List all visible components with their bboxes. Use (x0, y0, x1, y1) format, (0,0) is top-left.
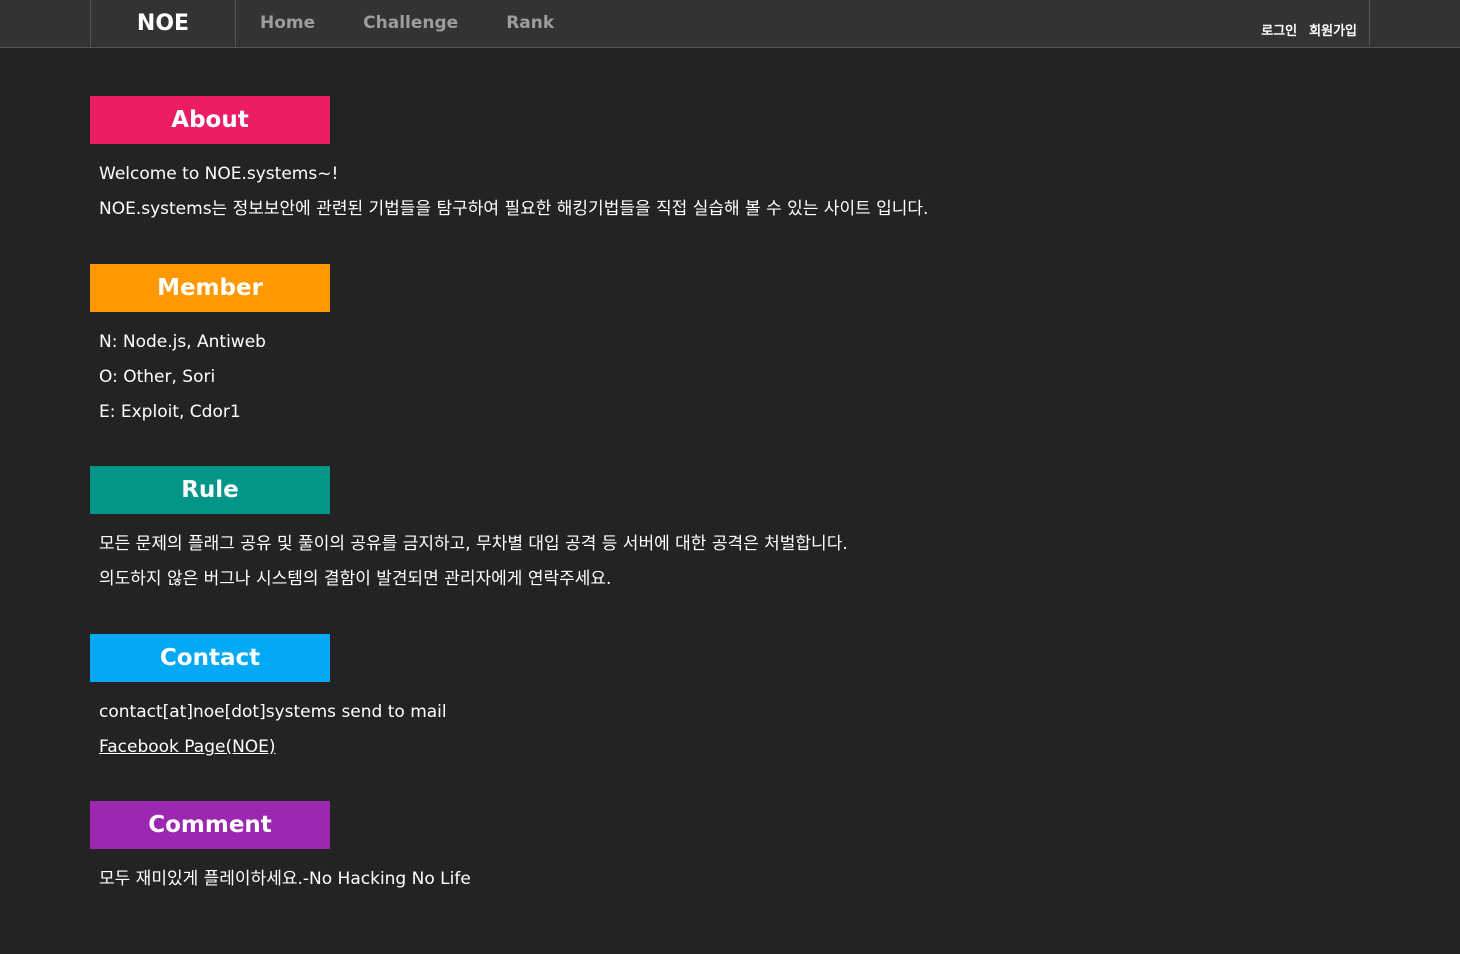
about-body: Welcome to NOE.systems~! NOE.systems는 정보… (90, 144, 1290, 227)
member-header: Member (90, 264, 330, 312)
rule-section: Rule 모든 문제의 플래그 공유 및 풀이의 공유를 금지하고, 무차별 대… (90, 466, 1290, 634)
about-line: NOE.systems는 정보보안에 관련된 기법들을 탐구하여 필요한 해킹기… (99, 199, 929, 219)
login-link[interactable]: 로그인 (1261, 22, 1297, 42)
nav-rank-link[interactable]: Rank (482, 0, 578, 47)
signup-link[interactable]: 회원가입 (1309, 22, 1357, 42)
facebook-line: Facebook Page(NOE) (99, 730, 1290, 765)
comment-line: 모두 재미있게 플레이하세요.-No Hacking No Life (99, 869, 471, 889)
member-body: N: Node.js, Antiweb O: Other, Sori E: Ex… (90, 312, 1290, 430)
auth-links: 로그인 회원가입 (1249, 22, 1357, 42)
rule-line: 의도하지 않은 버그나 시스템의 결함이 발견되면 관리자에게 연락주세요. (99, 569, 612, 589)
comment-body: 모두 재미있게 플레이하세요.-No Hacking No Life (90, 849, 1290, 897)
nav-links: Home Challenge Rank (236, 0, 578, 47)
about-line: Welcome to NOE.systems~! (99, 164, 339, 184)
about-header: About (90, 96, 330, 144)
contact-header: Contact (90, 634, 330, 682)
contact-body: contact[at]noe[dot]systems send to mail … (90, 682, 1290, 765)
contact-mail-text: contact[at]noe[dot]systems send to mail (99, 702, 447, 722)
main-content: About Welcome to NOE.systems~! NOE.syste… (90, 96, 1290, 901)
about-section: About Welcome to NOE.systems~! NOE.syste… (90, 96, 1290, 264)
nav-home-link[interactable]: Home (236, 0, 339, 47)
top-navbar: NOE Home Challenge Rank 로그인 회원가입 (0, 0, 1460, 48)
navbar-container: NOE Home Challenge Rank 로그인 회원가입 (90, 0, 1370, 48)
rule-body: 모든 문제의 플래그 공유 및 풀이의 공유를 금지하고, 무차별 대입 공격 … (90, 514, 1290, 597)
brand-logo-link[interactable]: NOE (91, 0, 236, 47)
comment-section: Comment 모두 재미있게 플레이하세요.-No Hacking No Li… (90, 801, 1290, 901)
member-line: O: Other, Sori (99, 367, 216, 387)
member-section: Member N: Node.js, Antiweb O: Other, Sor… (90, 264, 1290, 466)
member-line: E: Exploit, Cdor1 (99, 402, 241, 422)
member-line: N: Node.js, Antiweb (99, 332, 266, 352)
rule-line: 모든 문제의 플래그 공유 및 풀이의 공유를 금지하고, 무차별 대입 공격 … (99, 534, 848, 554)
rule-header: Rule (90, 466, 330, 514)
comment-header: Comment (90, 801, 330, 849)
facebook-page-link[interactable]: Facebook Page(NOE) (99, 737, 276, 757)
contact-section: Contact contact[at]noe[dot]systems send … (90, 634, 1290, 801)
nav-challenge-link[interactable]: Challenge (339, 0, 482, 47)
